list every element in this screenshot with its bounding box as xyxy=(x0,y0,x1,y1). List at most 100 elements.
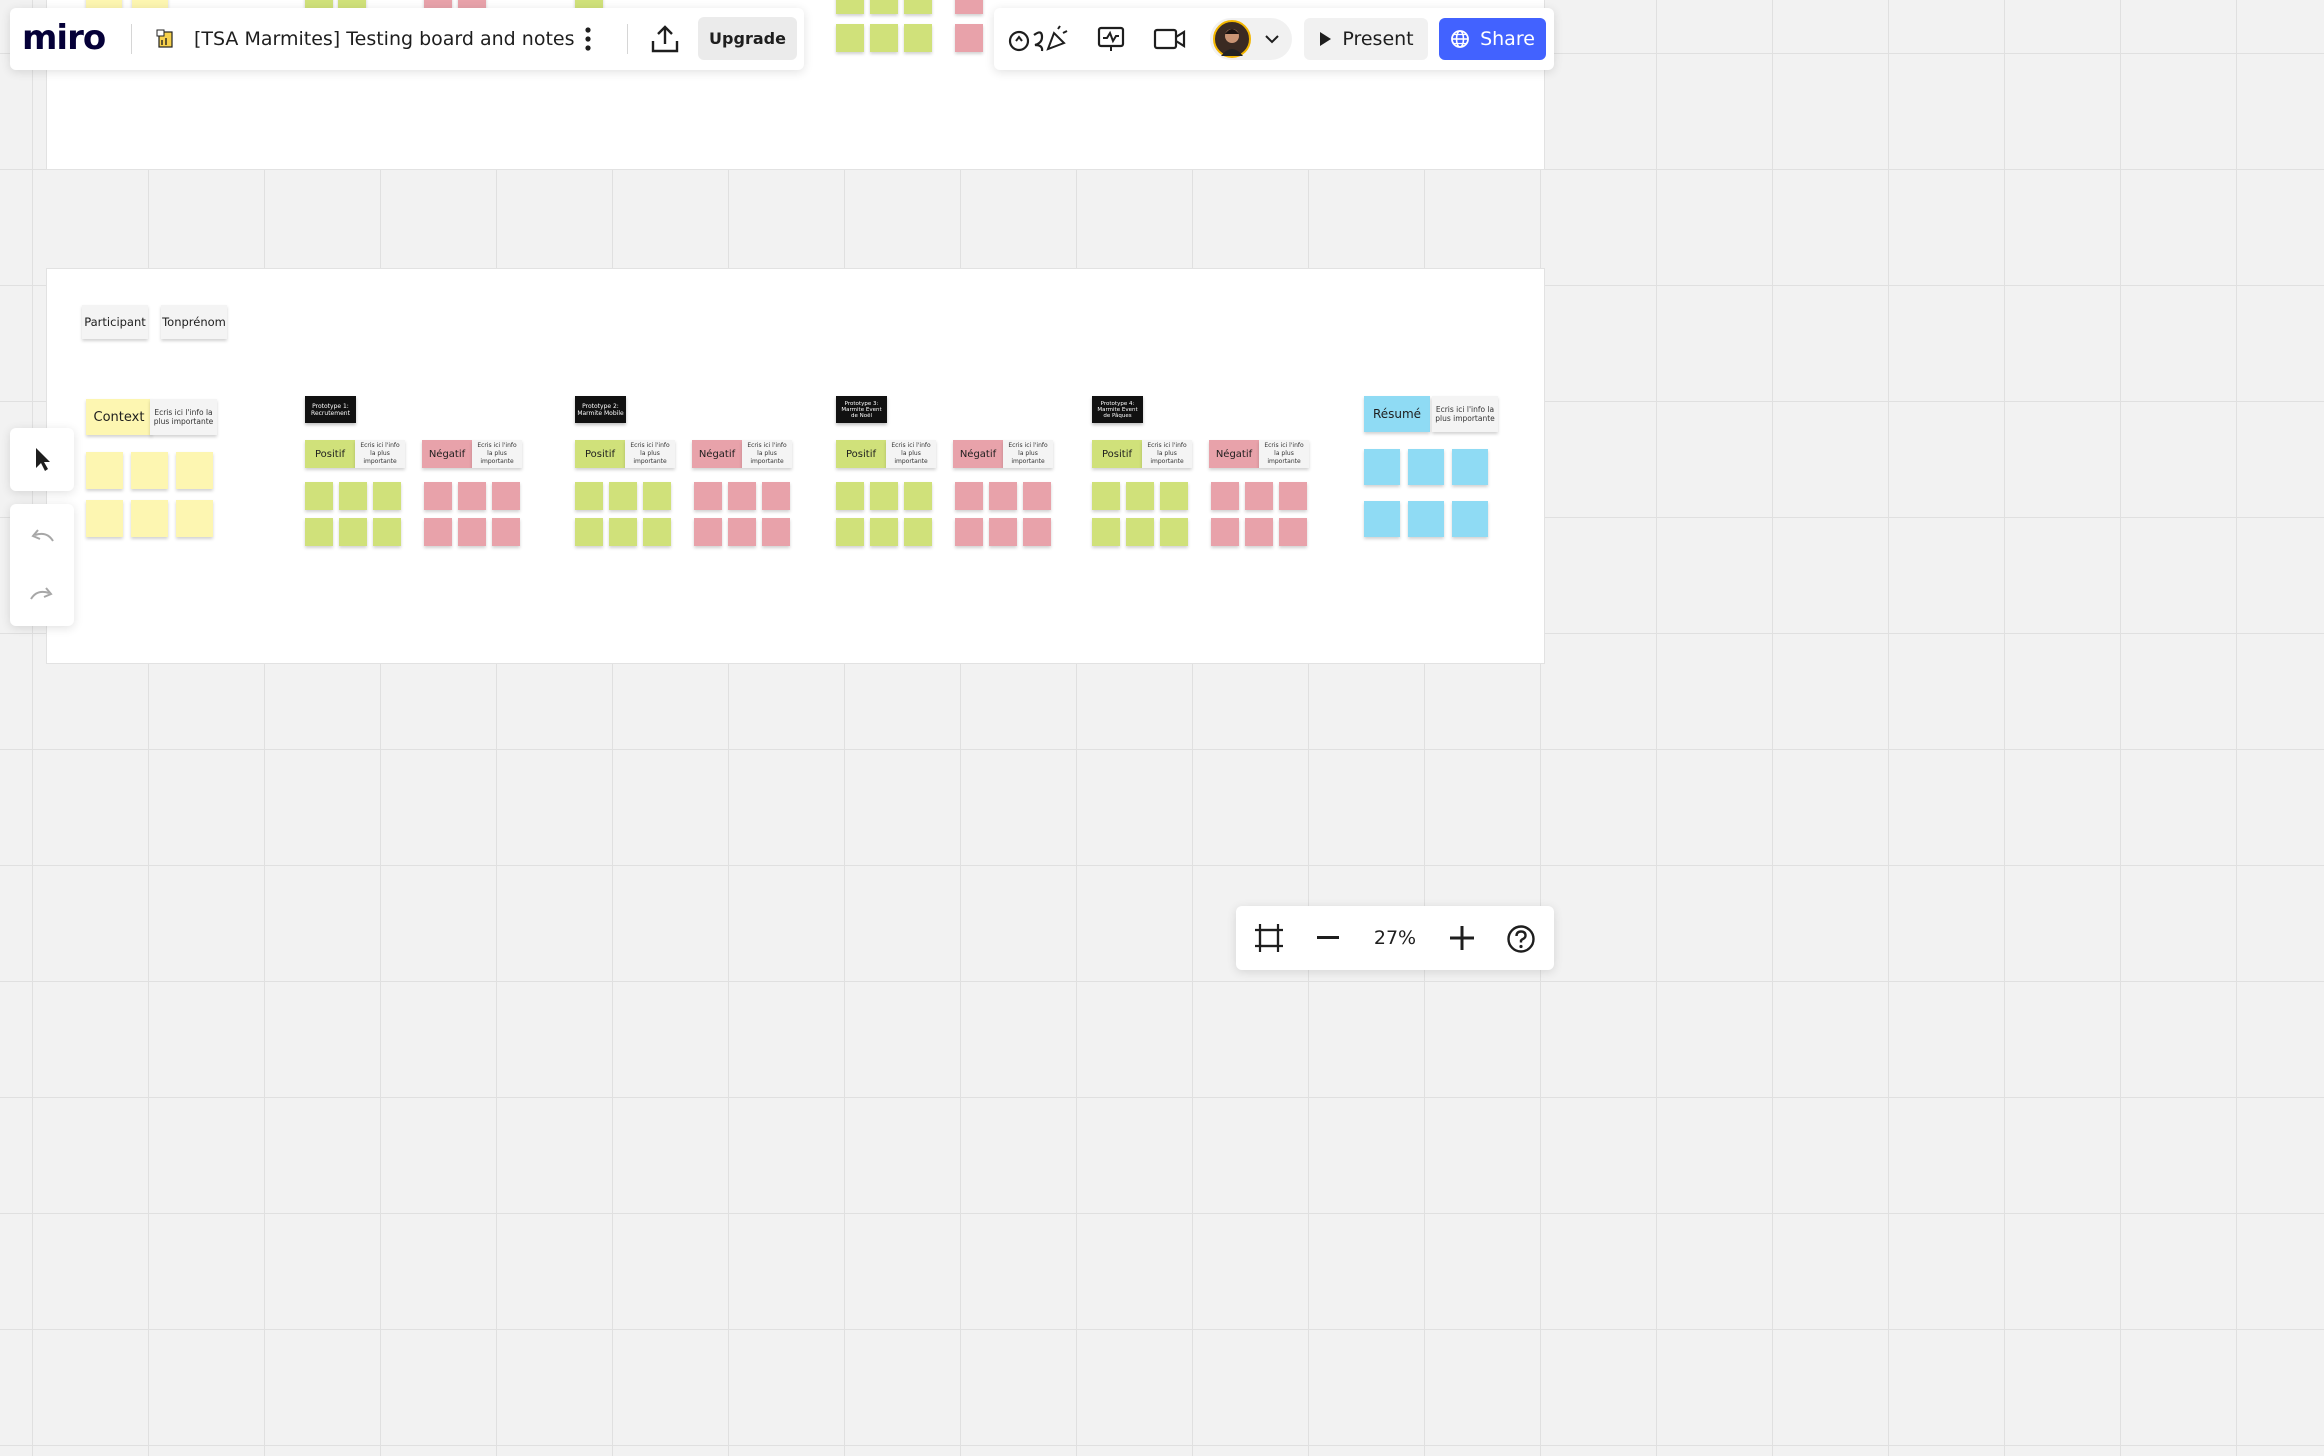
positive-note[interactable]: Ecris ici l'info la plus importante xyxy=(355,440,405,468)
sticky-note[interactable] xyxy=(836,24,864,52)
sticky-note[interactable] xyxy=(176,452,213,489)
positive-label[interactable]: Positif xyxy=(836,440,886,468)
sticky-note[interactable] xyxy=(609,518,637,546)
sticky-note[interactable] xyxy=(575,518,603,546)
sticky-note[interactable] xyxy=(1023,518,1051,546)
sticky-note[interactable] xyxy=(1211,518,1239,546)
sticky-note[interactable] xyxy=(989,482,1017,510)
sticky-note[interactable] xyxy=(728,518,756,546)
sticky-note[interactable] xyxy=(870,482,898,510)
sticky-note[interactable] xyxy=(575,0,603,8)
sticky-note[interactable] xyxy=(643,482,671,510)
sticky-note[interactable] xyxy=(424,518,452,546)
plus-icon[interactable] xyxy=(1446,922,1478,954)
sticky-note[interactable] xyxy=(305,518,333,546)
sticky-note[interactable] xyxy=(1279,518,1307,546)
negative-label[interactable]: Négatif xyxy=(1209,440,1259,468)
summary-note[interactable]: Ecris ici l'info la plus importante xyxy=(1432,396,1498,432)
sticky-note[interactable] xyxy=(955,24,983,52)
sticky-note[interactable] xyxy=(492,518,520,546)
board-title[interactable]: [TSA Marmites] Testing board and notes xyxy=(194,26,575,52)
sticky-note[interactable] xyxy=(373,482,401,510)
minus-icon[interactable] xyxy=(1312,922,1344,954)
sticky-note[interactable] xyxy=(836,518,864,546)
negative-label[interactable]: Négatif xyxy=(692,440,742,468)
negative-label[interactable]: Négatif xyxy=(422,440,472,468)
sticky-note[interactable] xyxy=(904,0,932,14)
sticky-note[interactable] xyxy=(870,518,898,546)
context-title[interactable]: Context xyxy=(86,399,152,435)
sticky-note[interactable] xyxy=(305,482,333,510)
undo-icon[interactable] xyxy=(26,522,58,550)
sticky-note[interactable] xyxy=(1279,482,1307,510)
positive-label[interactable]: Positif xyxy=(575,440,625,468)
sticky-note[interactable] xyxy=(132,0,168,8)
sticky-note[interactable] xyxy=(1211,482,1239,510)
sticky-note[interactable] xyxy=(458,0,486,8)
sticky-note[interactable] xyxy=(86,0,122,8)
zoom-level[interactable]: 27% xyxy=(1364,926,1426,950)
sticky-note[interactable] xyxy=(458,482,486,510)
negative-note[interactable]: Ecris ici l'info la plus importante xyxy=(1259,440,1309,468)
negative-note[interactable]: Ecris ici l'info la plus importante xyxy=(1003,440,1053,468)
sticky-note[interactable] xyxy=(373,518,401,546)
sticky-note[interactable] xyxy=(694,518,722,546)
sticky-note[interactable] xyxy=(176,500,213,537)
context-note[interactable]: Ecris ici l'info la plus importante xyxy=(150,399,217,435)
video-icon[interactable] xyxy=(1151,23,1189,55)
sticky-note[interactable] xyxy=(1126,518,1154,546)
miro-logo[interactable]: miro xyxy=(22,17,106,59)
positive-note[interactable]: Ecris ici l'info la plus importante xyxy=(1142,440,1192,468)
sticky-note[interactable] xyxy=(339,482,367,510)
prototype-title[interactable]: Prototype 2: Marmite Mobile xyxy=(575,396,626,423)
cursor-icon[interactable] xyxy=(26,442,58,476)
sticky-note[interactable] xyxy=(836,0,864,14)
positive-note[interactable]: Ecris ici l'info la plus importante xyxy=(886,440,936,468)
upgrade-button[interactable]: Upgrade xyxy=(698,17,797,60)
share-button[interactable]: Share xyxy=(1439,18,1546,60)
sticky-note[interactable] xyxy=(1245,482,1273,510)
sticky-note[interactable] xyxy=(1160,518,1188,546)
prototype-title[interactable]: Prototype 3: Marmite Event de Noël xyxy=(836,396,887,423)
sticky-note[interactable] xyxy=(424,0,452,8)
sticky-note[interactable] xyxy=(955,518,983,546)
fit-frame-icon[interactable] xyxy=(1250,920,1288,956)
sticky-note[interactable] xyxy=(989,518,1017,546)
negative-note[interactable]: Ecris ici l'info la plus importante xyxy=(742,440,792,468)
sticky-note[interactable] xyxy=(904,482,932,510)
sticky-note[interactable] xyxy=(131,452,168,489)
positive-note[interactable]: Ecris ici l'info la plus importante xyxy=(625,440,675,468)
sticky-note[interactable] xyxy=(1245,518,1273,546)
upload-icon[interactable] xyxy=(646,22,684,56)
negative-label[interactable]: Négatif xyxy=(953,440,1003,468)
prototype-title[interactable]: Prototype 4: Marmite Event de Pâques xyxy=(1092,396,1143,423)
avatar[interactable] xyxy=(1213,20,1251,58)
sticky-note[interactable] xyxy=(955,482,983,510)
board-icon[interactable] xyxy=(152,26,178,52)
negative-note[interactable]: Ecris ici l'info la plus importante xyxy=(472,440,522,468)
sticky-note[interactable] xyxy=(1092,518,1120,546)
sticky-note[interactable] xyxy=(1452,501,1488,537)
avatar-menu[interactable] xyxy=(1210,18,1292,60)
sticky-note[interactable] xyxy=(338,0,366,8)
sticky-note[interactable] xyxy=(870,0,898,14)
sticky-note[interactable] xyxy=(609,482,637,510)
sticky-note[interactable] xyxy=(1452,449,1488,485)
summary-title[interactable]: Résumé xyxy=(1364,396,1430,432)
sticky-note[interactable] xyxy=(1364,449,1400,485)
sticky-note[interactable] xyxy=(836,482,864,510)
sticky-note[interactable] xyxy=(339,518,367,546)
sticky-note[interactable] xyxy=(955,0,983,14)
help-icon[interactable] xyxy=(1504,922,1538,956)
sticky-note[interactable] xyxy=(458,518,486,546)
participant-label[interactable]: Participant xyxy=(82,305,148,339)
sticky-note[interactable] xyxy=(86,452,123,489)
sticky-note[interactable] xyxy=(762,482,790,510)
participant-name[interactable]: Tonprénom xyxy=(161,305,227,339)
more-vertical-icon[interactable] xyxy=(573,23,603,55)
frame-main[interactable] xyxy=(46,268,1545,664)
sticky-note[interactable] xyxy=(131,500,168,537)
sticky-note[interactable] xyxy=(1408,501,1444,537)
sticky-note[interactable] xyxy=(870,24,898,52)
prototype-title[interactable]: Prototype 1: Recrutement xyxy=(305,396,356,423)
